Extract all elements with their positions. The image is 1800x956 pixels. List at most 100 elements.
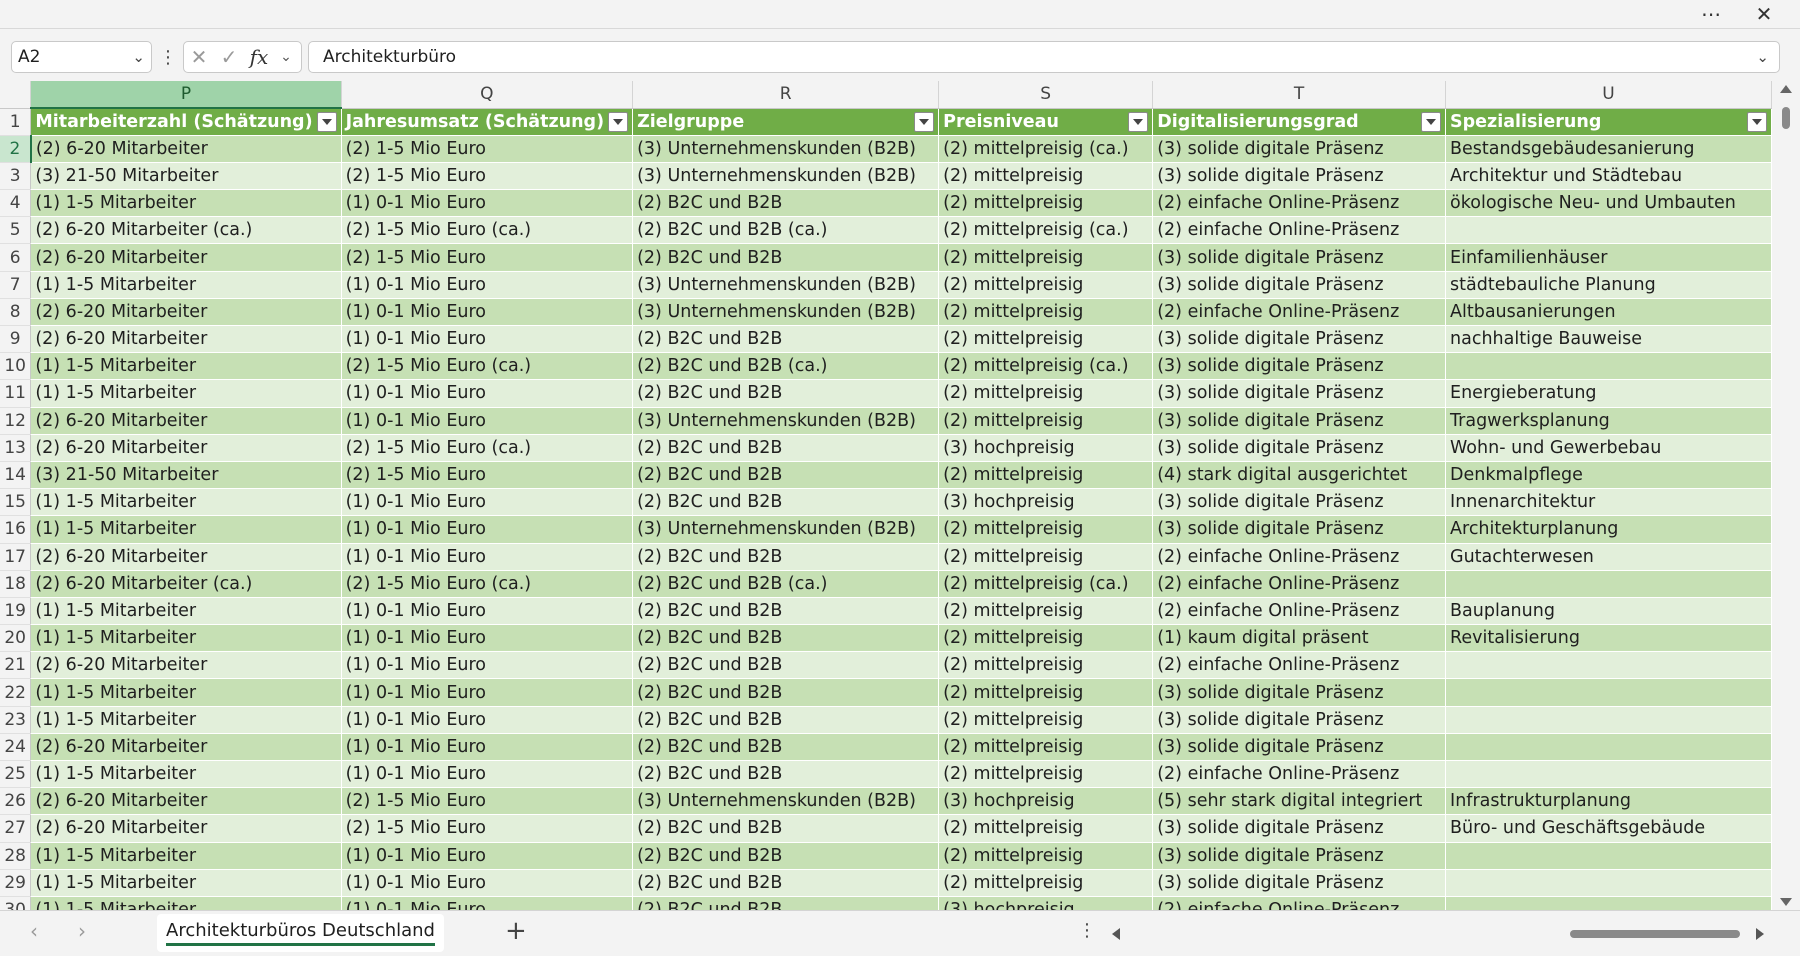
table-cell[interactable]: (2) B2C und B2B (ca.) (632, 352, 940, 381)
table-cell[interactable]: Architektur und Städtebau (1445, 162, 1772, 191)
table-cell[interactable]: nachhaltige Bauweise (1445, 325, 1772, 354)
table-cell[interactable]: (3) solide digitale Präsenz (1152, 733, 1447, 762)
table-cell[interactable]: (2) 6-20 Mitarbeiter (ca.) (30, 570, 342, 598)
table-cell[interactable]: (2) einfache Online-Präsenz (1152, 298, 1447, 327)
table-cell[interactable]: (2) einfache Online-Präsenz (1152, 896, 1447, 910)
column-header-r[interactable]: R (632, 81, 940, 109)
table-cell[interactable]: (2) mittelpreisig (938, 243, 1154, 272)
table-cell[interactable]: (1) 0-1 Mio Euro (341, 379, 634, 408)
column-header-u[interactable]: U (1445, 81, 1772, 109)
table-cell[interactable]: (2) 6-20 Mitarbeiter (30, 814, 342, 843)
table-cell[interactable]: (3) hochpreisig (938, 434, 1154, 462)
table-cell[interactable]: (2) einfache Online-Präsenz (1152, 597, 1447, 626)
table-cell[interactable]: (1) 1-5 Mitarbeiter (30, 896, 342, 910)
vertical-scrollbar[interactable] (1772, 81, 1800, 910)
table-cell[interactable]: (1) 0-1 Mio Euro (341, 706, 634, 734)
table-cell[interactable]: (1) 0-1 Mio Euro (341, 651, 634, 680)
table-cell[interactable]: Bestandsgebäudesanierung (1445, 135, 1772, 163)
table-cell[interactable]: (4) stark digital ausgerichtet (1152, 461, 1447, 490)
table-cell[interactable]: (3) Unternehmenskunden (B2B) (632, 271, 940, 299)
expand-formula-bar-icon[interactable]: ⌄ (1756, 42, 1769, 72)
table-cell[interactable]: (1) 1-5 Mitarbeiter (30, 379, 342, 408)
row-number[interactable]: 30 (0, 896, 32, 910)
table-cell[interactable]: (2) einfache Online-Präsenz (1152, 760, 1447, 789)
table-cell[interactable]: (2) 6-20 Mitarbeiter (30, 407, 342, 435)
filter-dropdown-icon[interactable] (1128, 111, 1149, 132)
table-cell[interactable]: (3) Unternehmenskunden (B2B) (632, 162, 940, 191)
table-cell[interactable]: Tragwerksplanung (1445, 407, 1772, 435)
table-cell[interactable]: (3) solide digitale Präsenz (1152, 678, 1447, 707)
table-cell[interactable]: (1) 0-1 Mio Euro (341, 298, 634, 327)
table-cell[interactable]: (3) Unternehmenskunden (B2B) (632, 515, 940, 544)
table-header-cell[interactable]: Digitalisierungsgrad (1152, 108, 1447, 136)
table-cell[interactable]: (3) hochpreisig (938, 787, 1154, 816)
table-cell[interactable]: (1) 0-1 Mio Euro (341, 869, 634, 897)
table-cell[interactable]: (1) 1-5 Mitarbeiter (30, 869, 342, 897)
row-number[interactable]: 16 (0, 515, 32, 544)
table-cell[interactable]: (1) 1-5 Mitarbeiter (30, 678, 342, 707)
table-header-cell[interactable]: Preisniveau (938, 108, 1154, 136)
table-cell[interactable]: (2) B2C und B2B (632, 243, 940, 272)
table-cell[interactable]: (2) einfache Online-Präsenz (1152, 216, 1447, 245)
table-cell[interactable]: (2) mittelpreisig (938, 189, 1154, 218)
column-header-t[interactable]: T (1152, 81, 1447, 109)
table-cell[interactable]: (1) 0-1 Mio Euro (341, 842, 634, 870)
scroll-up-icon[interactable] (1780, 85, 1792, 93)
table-cell[interactable]: städtebauliche Planung (1445, 271, 1772, 299)
table-header-cell[interactable]: Jahresumsatz (Schätzung) (341, 108, 634, 136)
table-cell[interactable] (1445, 842, 1772, 870)
table-cell[interactable]: (3) Unternehmenskunden (B2B) (632, 135, 940, 163)
row-number[interactable]: 11 (0, 379, 32, 408)
row-number[interactable]: 20 (0, 624, 32, 653)
table-cell[interactable]: (2) mittelpreisig (938, 651, 1154, 680)
table-cell[interactable]: Architekturplanung (1445, 515, 1772, 544)
table-cell[interactable]: (1) 1-5 Mitarbeiter (30, 352, 342, 381)
table-cell[interactable]: (2) einfache Online-Präsenz (1152, 570, 1447, 598)
table-cell[interactable]: (2) B2C und B2B (632, 189, 940, 218)
chevron-down-icon[interactable]: ⌄ (132, 42, 145, 72)
row-number[interactable]: 7 (0, 271, 32, 299)
table-cell[interactable]: (2) mittelpreisig (938, 706, 1154, 734)
table-cell[interactable]: (2) mittelpreisig (938, 407, 1154, 435)
table-cell[interactable]: (5) sehr stark digital integriert (1152, 787, 1447, 816)
table-cell[interactable]: (3) hochpreisig (938, 488, 1154, 517)
table-cell[interactable]: (2) B2C und B2B (632, 379, 940, 408)
table-cell[interactable]: (1) 0-1 Mio Euro (341, 189, 634, 218)
table-cell[interactable]: (2) mittelpreisig (938, 461, 1154, 490)
table-cell[interactable]: Innenarchitektur (1445, 488, 1772, 517)
table-cell[interactable]: (1) 0-1 Mio Euro (341, 271, 634, 299)
table-cell[interactable]: (2) mittelpreisig (938, 869, 1154, 897)
row-number[interactable]: 29 (0, 869, 32, 897)
filter-dropdown-icon[interactable] (608, 111, 629, 132)
vertical-scroll-thumb[interactable] (1782, 107, 1790, 129)
row-number[interactable]: 21 (0, 651, 32, 680)
table-cell[interactable]: (2) B2C und B2B (632, 896, 940, 910)
table-cell[interactable]: (3) solide digitale Präsenz (1152, 488, 1447, 517)
formula-input[interactable]: Architekturbüro ⌄ (308, 41, 1780, 73)
table-cell[interactable] (1445, 678, 1772, 707)
table-cell[interactable]: (3) solide digitale Präsenz (1152, 162, 1447, 191)
filter-dropdown-icon[interactable] (316, 112, 337, 132)
row-number[interactable]: 18 (0, 570, 32, 598)
scroll-right-icon[interactable] (1756, 928, 1764, 940)
table-cell[interactable]: (2) B2C und B2B (632, 842, 940, 870)
table-cell[interactable]: (2) B2C und B2B (632, 651, 940, 680)
table-cell[interactable]: (2) mittelpreisig (938, 760, 1154, 789)
table-cell[interactable]: (3) solide digitale Präsenz (1152, 407, 1447, 435)
table-cell[interactable]: (2) mittelpreisig (938, 298, 1154, 327)
table-cell[interactable]: (2) 6-20 Mitarbeiter (ca.) (30, 216, 342, 245)
row-number[interactable]: 23 (0, 706, 32, 734)
row-number[interactable]: 14 (0, 461, 32, 490)
table-cell[interactable]: (1) 1-5 Mitarbeiter (30, 271, 342, 299)
table-cell[interactable]: (1) kaum digital präsent (1152, 624, 1447, 653)
table-cell[interactable]: (1) 1-5 Mitarbeiter (30, 706, 342, 734)
row-number[interactable]: 5 (0, 216, 32, 245)
add-sheet-icon[interactable]: + (505, 916, 527, 946)
table-cell[interactable]: (2) B2C und B2B (632, 325, 940, 354)
table-cell[interactable]: (1) 1-5 Mitarbeiter (30, 189, 342, 218)
table-cell[interactable]: (1) 0-1 Mio Euro (341, 896, 634, 910)
table-cell[interactable]: (2) mittelpreisig (938, 814, 1154, 843)
table-cell[interactable] (1445, 570, 1772, 598)
table-cell[interactable]: (2) B2C und B2B (ca.) (632, 570, 940, 598)
table-cell[interactable]: (2) 6-20 Mitarbeiter (30, 434, 342, 462)
